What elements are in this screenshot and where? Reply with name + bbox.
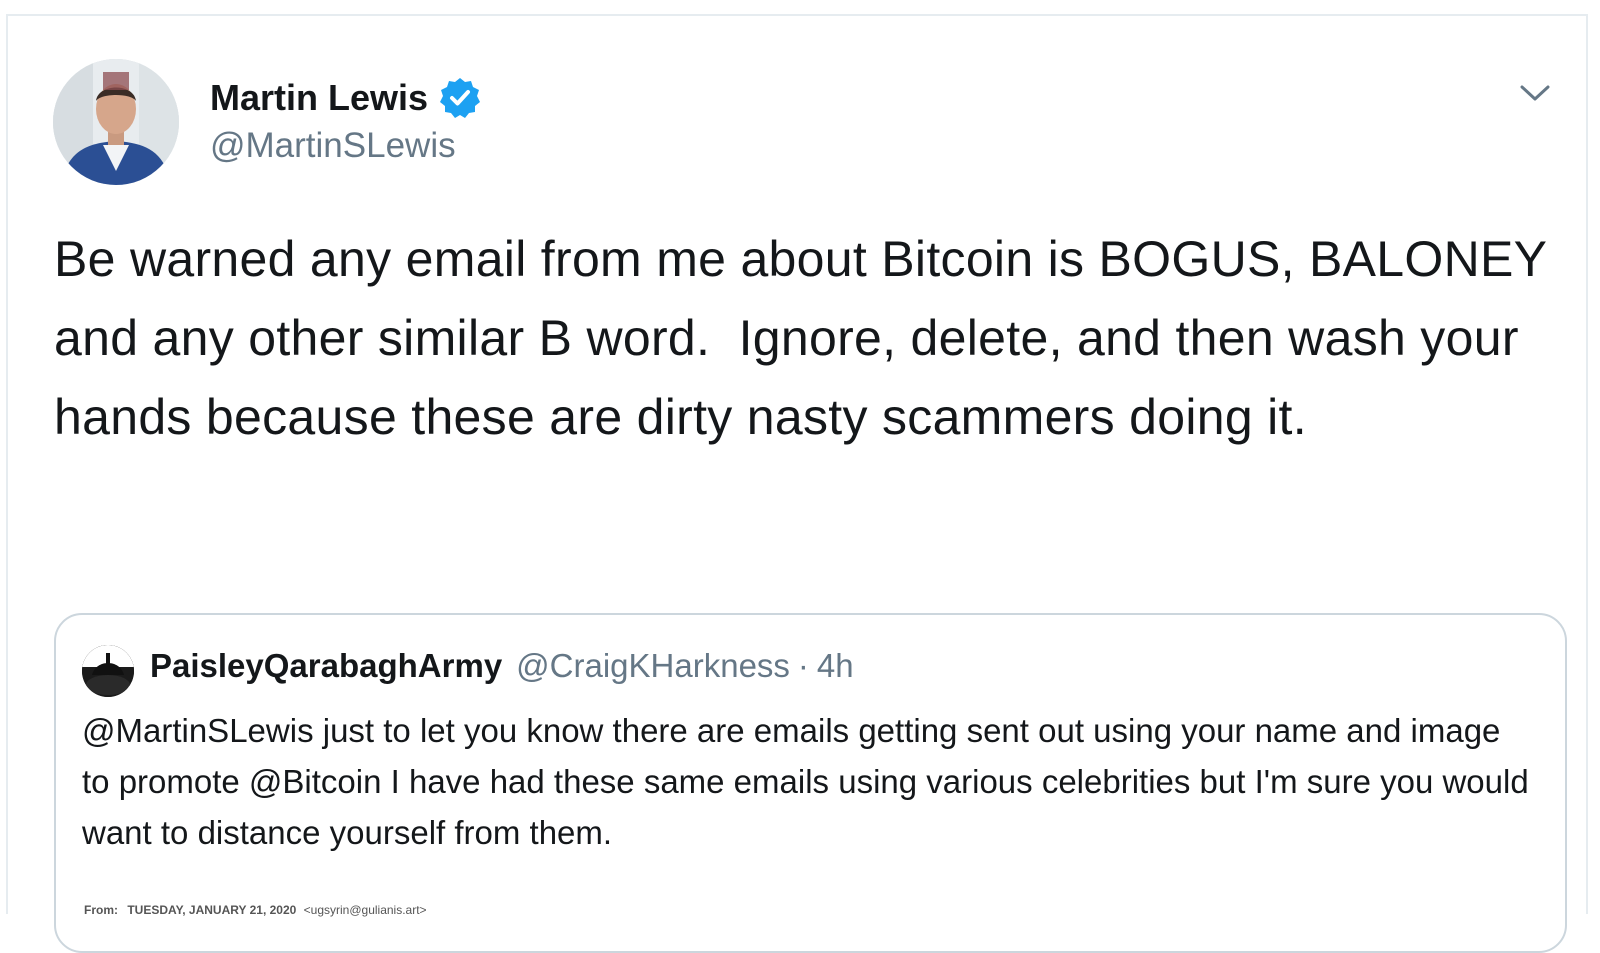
verified-badge-icon [438, 76, 482, 120]
author-name[interactable]: Martin Lewis [210, 77, 428, 119]
tweet-text: Be warned any email from me about Bitcoi… [54, 231, 1561, 445]
meta-separator: · [797, 647, 809, 684]
email-from-label: From: [84, 903, 118, 917]
quoted-tweet-text: @MartinSLewis just to let you know there… [82, 712, 1529, 851]
quoted-author-avatar[interactable] [82, 645, 134, 697]
email-preview-image: From: TUESDAY, JANUARY 21, 2020 <ugsyrin… [84, 903, 427, 917]
quoted-author-handle[interactable]: @CraigKHarkness [516, 647, 790, 685]
chevron-down-icon[interactable] [1517, 78, 1553, 108]
tweet-card[interactable]: Martin Lewis @MartinSLewis Be warned any… [6, 14, 1588, 953]
author-handle[interactable]: @MartinSLewis [210, 126, 456, 166]
quoted-tweet[interactable]: PaisleyQarabaghArmy @CraigKHarkness · 4h… [54, 613, 1567, 953]
email-address: <ugsyrin@gulianis.art> [303, 903, 427, 917]
quoted-author-name[interactable]: PaisleyQarabaghArmy [150, 647, 502, 685]
email-date: TUESDAY, JANUARY 21, 2020 [127, 903, 297, 917]
quoted-timestamp[interactable]: 4h [817, 647, 854, 685]
author-avatar[interactable] [53, 59, 179, 185]
